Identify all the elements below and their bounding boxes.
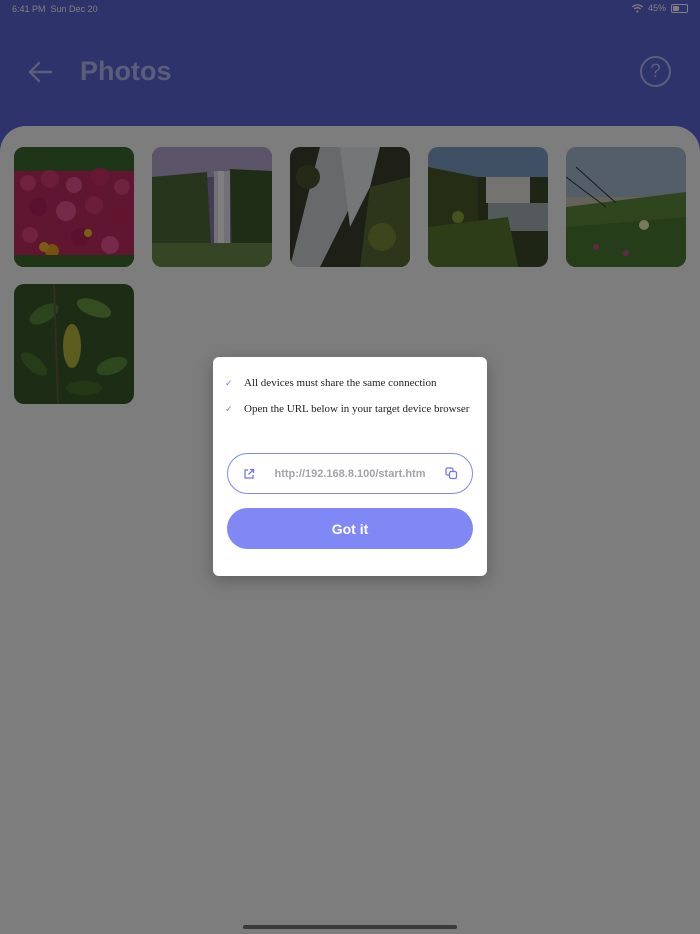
- checklist-text: Open the URL below in your target device…: [244, 403, 470, 415]
- home-indicator[interactable]: [243, 925, 457, 929]
- copy-icon[interactable]: [444, 467, 458, 481]
- checkmark-icon: ✓: [225, 403, 233, 414]
- checkmark-icon: ✓: [225, 377, 233, 388]
- connection-dialog: ✓ All devices must share the same connec…: [213, 357, 487, 576]
- external-link-icon[interactable]: [242, 467, 256, 481]
- checklist-item: ✓ Open the URL below in your target devi…: [225, 403, 469, 415]
- url-text[interactable]: http://192.168.8.100/start.htm: [256, 468, 444, 480]
- checklist-text: All devices must share the same connecti…: [244, 377, 437, 389]
- checklist-item: ✓ All devices must share the same connec…: [225, 377, 436, 389]
- got-it-button[interactable]: Got it: [227, 508, 473, 549]
- url-field[interactable]: http://192.168.8.100/start.htm: [227, 453, 473, 494]
